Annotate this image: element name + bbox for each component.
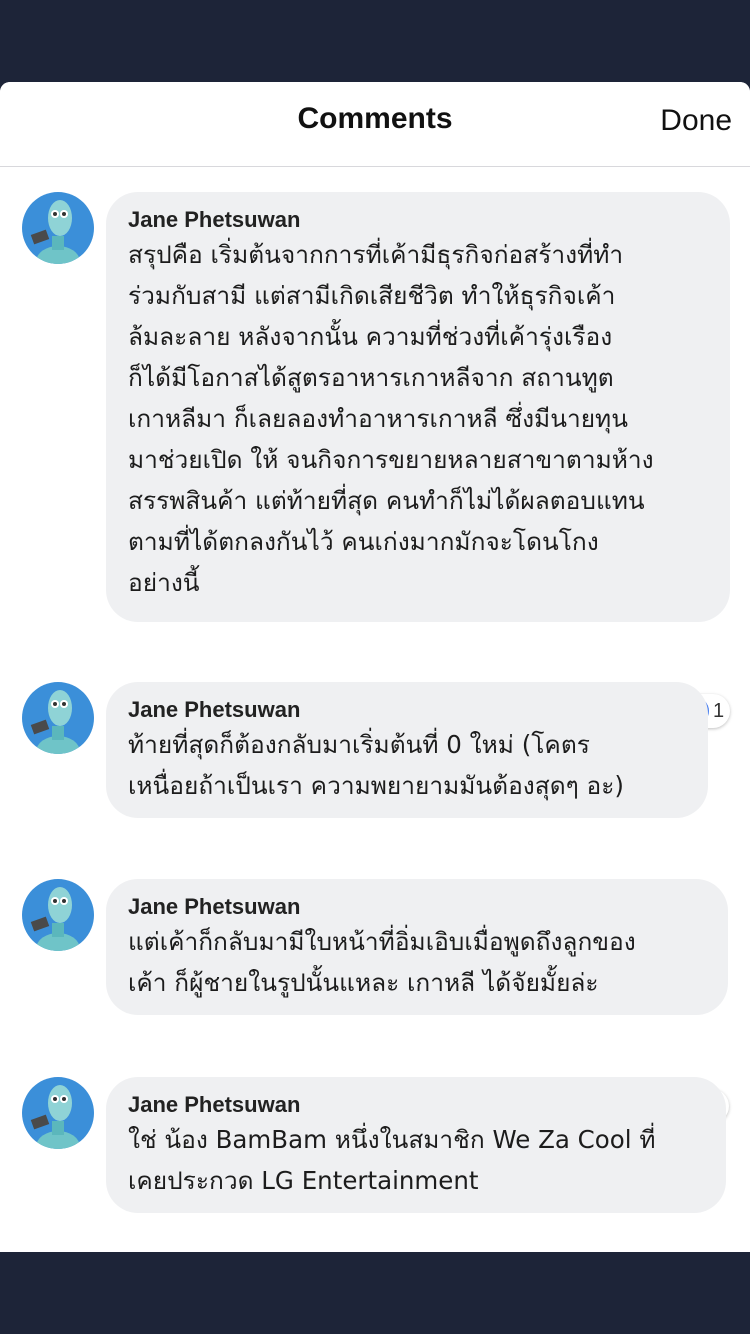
- done-button[interactable]: Done: [660, 104, 732, 138]
- robot-avatar-icon[interactable]: [22, 879, 94, 951]
- bottom-bar: [0, 1252, 750, 1334]
- comment-bubble: Jane Phetsuwan สรุปคือ เริ่มต้นจากการที่…: [106, 192, 730, 622]
- like-count: 1: [713, 699, 725, 722]
- comment-text: ท้ายที่สุดก็ต้องกลับมาเริ่มต้นที่ 0 ใหม่…: [128, 730, 624, 800]
- comment-text: สรุปคือ เริ่มต้นจากการที่เค้ามีธุรกิจก่อ…: [128, 240, 654, 597]
- robot-avatar-icon[interactable]: [22, 1077, 94, 1149]
- top-status-area: [0, 0, 750, 82]
- comment-author[interactable]: Jane Phetsuwan: [128, 893, 706, 921]
- comment-author[interactable]: Jane Phetsuwan: [128, 1091, 704, 1119]
- comment-author[interactable]: Jane Phetsuwan: [128, 696, 686, 724]
- comment-bubble: Jane Phetsuwan แต่เค้าก็กลับมามีใบหน้าที…: [106, 879, 728, 1015]
- robot-avatar-icon[interactable]: [22, 192, 94, 264]
- robot-avatar-icon[interactable]: [22, 682, 94, 754]
- comment-bubble: Jane Phetsuwan ใช่ น้อง BamBam หนึ่งในสม…: [106, 1077, 726, 1213]
- page-title: Comments: [297, 102, 453, 135]
- comment-text: ใช่ น้อง BamBam หนึ่งในสมาชิก We Za Cool…: [128, 1125, 656, 1195]
- comment-text: แต่เค้าก็กลับมามีใบหน้าที่อิ่มเอิบเมื่อพ…: [128, 927, 636, 997]
- comment-author[interactable]: Jane Phetsuwan: [128, 206, 708, 234]
- comment-bubble: Jane Phetsuwan ท้ายที่สุดก็ต้องกลับมาเริ…: [106, 682, 708, 818]
- comments-header: Comments Done: [0, 82, 750, 167]
- comments-sheet: Comments Done Jane Phetsuwan สรุปคือ เริ…: [0, 82, 750, 1252]
